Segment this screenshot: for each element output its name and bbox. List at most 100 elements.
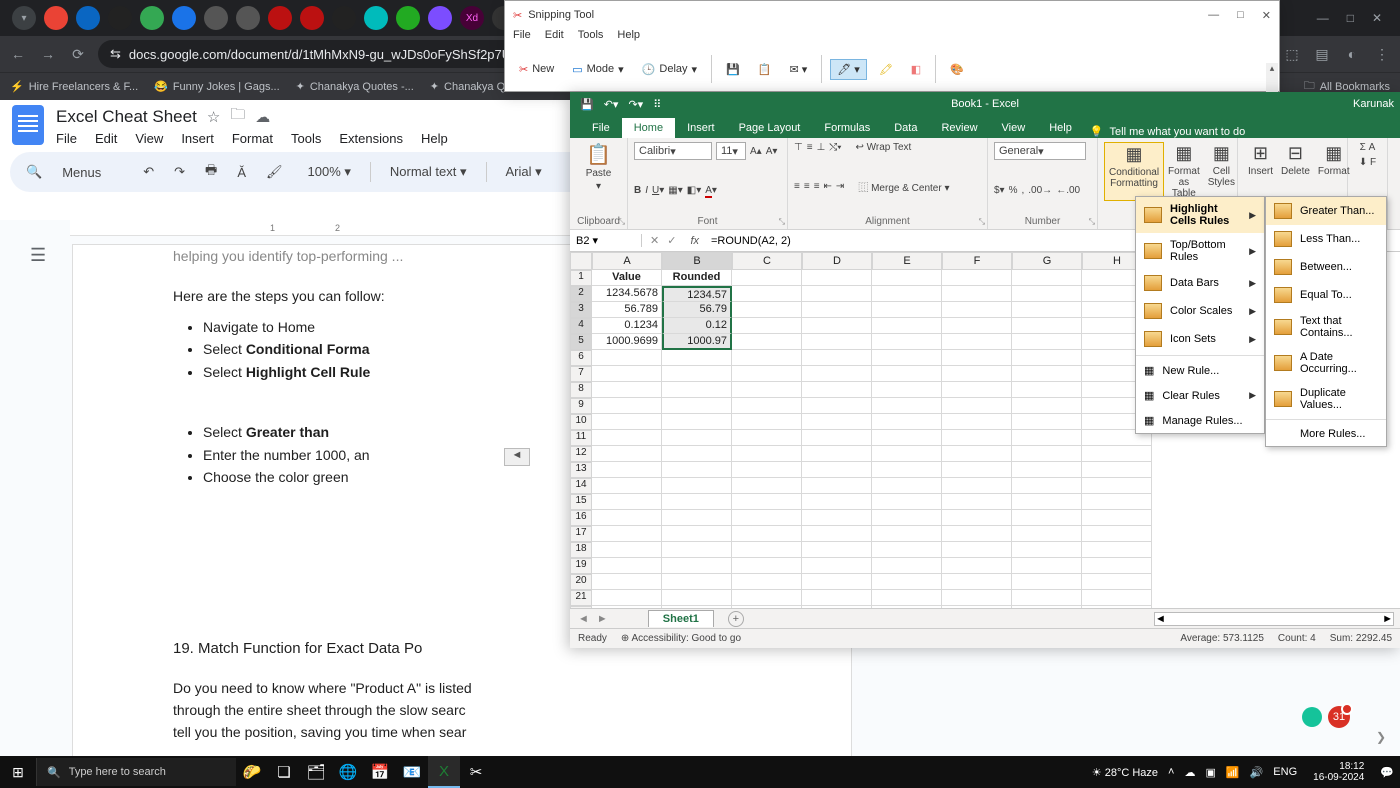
snip-menu-help[interactable]: Help xyxy=(617,29,640,49)
tab-icon[interactable] xyxy=(364,6,388,30)
star-icon[interactable]: ☆ xyxy=(207,108,220,126)
cell[interactable] xyxy=(1012,494,1082,510)
accounting-icon[interactable]: $▾ xyxy=(994,185,1005,196)
formula-cancel-icon[interactable]: ✕ xyxy=(650,234,659,247)
format-as-table-button[interactable]: ▦Format as Table xyxy=(1164,142,1204,201)
row-header[interactable]: 10 xyxy=(570,414,592,430)
cell[interactable] xyxy=(942,494,1012,510)
cell[interactable] xyxy=(802,446,872,462)
snip-delay-button[interactable]: 🕒Delay ▾ xyxy=(636,60,703,79)
cell[interactable] xyxy=(802,270,872,286)
excel-save-icon[interactable]: 💾 xyxy=(580,98,594,111)
tab-icon[interactable] xyxy=(204,6,228,30)
chrome-close-icon[interactable]: ✕ xyxy=(1372,11,1382,25)
cell[interactable] xyxy=(872,334,942,350)
cell[interactable] xyxy=(942,526,1012,542)
cell[interactable] xyxy=(872,302,942,318)
cell[interactable] xyxy=(1082,478,1152,494)
cell[interactable] xyxy=(732,318,802,334)
cell[interactable] xyxy=(942,334,1012,350)
cell[interactable] xyxy=(732,270,802,286)
wrap-text-button[interactable]: ↩ Wrap Text xyxy=(855,142,911,153)
excel-qat-more-icon[interactable]: ⠿ xyxy=(653,98,661,111)
cf-highlight-cells-rules[interactable]: Highlight Cells Rules▶ xyxy=(1136,197,1264,233)
number-format-select[interactable]: General▾ xyxy=(994,142,1086,160)
cell[interactable] xyxy=(802,542,872,558)
redo-icon[interactable]: ↷ xyxy=(168,162,191,182)
cell[interactable] xyxy=(872,382,942,398)
cell[interactable] xyxy=(592,478,662,494)
cell[interactable] xyxy=(802,574,872,590)
reader-icon[interactable]: ▤ xyxy=(1312,46,1332,63)
conditional-formatting-button[interactable]: ▦Conditional Formatting xyxy=(1104,142,1164,201)
cell[interactable] xyxy=(1012,462,1082,478)
volume-icon[interactable]: 🔊 xyxy=(1250,766,1264,779)
cell[interactable] xyxy=(732,414,802,430)
snip-pen-icon[interactable]: 🖊 ▾ xyxy=(830,59,867,80)
cell[interactable] xyxy=(802,494,872,510)
cf-more-rules[interactable]: More Rules... xyxy=(1266,422,1386,446)
cell[interactable]: 1234.5678 xyxy=(592,286,662,302)
fx-icon[interactable]: fx xyxy=(684,235,705,247)
cell[interactable] xyxy=(942,510,1012,526)
undo-icon[interactable]: ↶ xyxy=(137,162,160,182)
cell[interactable] xyxy=(662,526,732,542)
insert-cells-button[interactable]: ⊞Insert xyxy=(1244,142,1277,179)
inc-decimal-icon[interactable]: .00→ xyxy=(1028,185,1052,196)
menu-tools[interactable]: Tools xyxy=(291,131,321,146)
menu-file[interactable]: File xyxy=(56,131,77,146)
language-indicator[interactable]: ENG xyxy=(1273,766,1297,778)
cell[interactable] xyxy=(872,446,942,462)
tab-icon[interactable] xyxy=(396,6,420,30)
cell[interactable] xyxy=(802,334,872,350)
cell[interactable] xyxy=(662,542,732,558)
row-header[interactable]: 4 xyxy=(570,318,592,334)
ribbon-tab-review[interactable]: Review xyxy=(929,118,989,138)
cell[interactable] xyxy=(942,430,1012,446)
cf-icon-sets[interactable]: Icon Sets▶ xyxy=(1136,325,1264,353)
col-header[interactable]: B xyxy=(662,252,732,270)
snip-taskbar-icon[interactable]: ✂ xyxy=(460,756,492,788)
cell[interactable] xyxy=(802,526,872,542)
cell[interactable] xyxy=(802,430,872,446)
snip-close-icon[interactable]: ✕ xyxy=(1262,9,1271,22)
menu-view[interactable]: View xyxy=(135,131,163,146)
cell[interactable] xyxy=(802,382,872,398)
cell[interactable] xyxy=(592,414,662,430)
snip-eraser-icon[interactable]: ◧ xyxy=(905,60,927,79)
row-header[interactable]: 12 xyxy=(570,446,592,462)
taskbar-search[interactable]: 🔍Type here to search xyxy=(36,758,236,786)
cell[interactable] xyxy=(1082,558,1152,574)
cf-less-than[interactable]: Less Than... xyxy=(1266,225,1386,253)
row-header[interactable]: 14 xyxy=(570,478,592,494)
tab-icon[interactable] xyxy=(108,6,132,30)
ribbon-tab-formulas[interactable]: Formulas xyxy=(812,118,882,138)
ribbon-tab-pagelayout[interactable]: Page Layout xyxy=(727,118,813,138)
excel-taskbar-icon[interactable]: X xyxy=(428,756,460,788)
cell[interactable] xyxy=(592,510,662,526)
paste-button[interactable]: 📋Paste▾ xyxy=(576,142,621,194)
orientation-icon[interactable]: ⤭▾ xyxy=(829,142,841,153)
paint-format-icon[interactable]: 🖌 xyxy=(260,162,289,182)
row-header[interactable]: 9 xyxy=(570,398,592,414)
row-header[interactable]: 1 xyxy=(570,270,592,286)
align-mid-icon[interactable]: ≡ xyxy=(807,142,813,153)
cell[interactable] xyxy=(592,574,662,590)
row-header[interactable]: 21 xyxy=(570,590,592,606)
cell[interactable] xyxy=(732,302,802,318)
cell[interactable] xyxy=(662,478,732,494)
cf-new-rule[interactable]: ▦New Rule... xyxy=(1136,358,1264,383)
cell[interactable] xyxy=(872,590,942,606)
menus-label[interactable]: Menus xyxy=(56,163,107,182)
cell[interactable] xyxy=(872,462,942,478)
cell[interactable] xyxy=(942,366,1012,382)
cell[interactable] xyxy=(872,270,942,286)
cell[interactable] xyxy=(1012,446,1082,462)
cell[interactable] xyxy=(1012,318,1082,334)
style-select[interactable]: Normal text ▾ xyxy=(379,160,478,184)
cell[interactable] xyxy=(872,414,942,430)
cell[interactable] xyxy=(872,286,942,302)
cell[interactable] xyxy=(592,446,662,462)
row-header[interactable]: 19 xyxy=(570,558,592,574)
cell[interactable] xyxy=(802,286,872,302)
